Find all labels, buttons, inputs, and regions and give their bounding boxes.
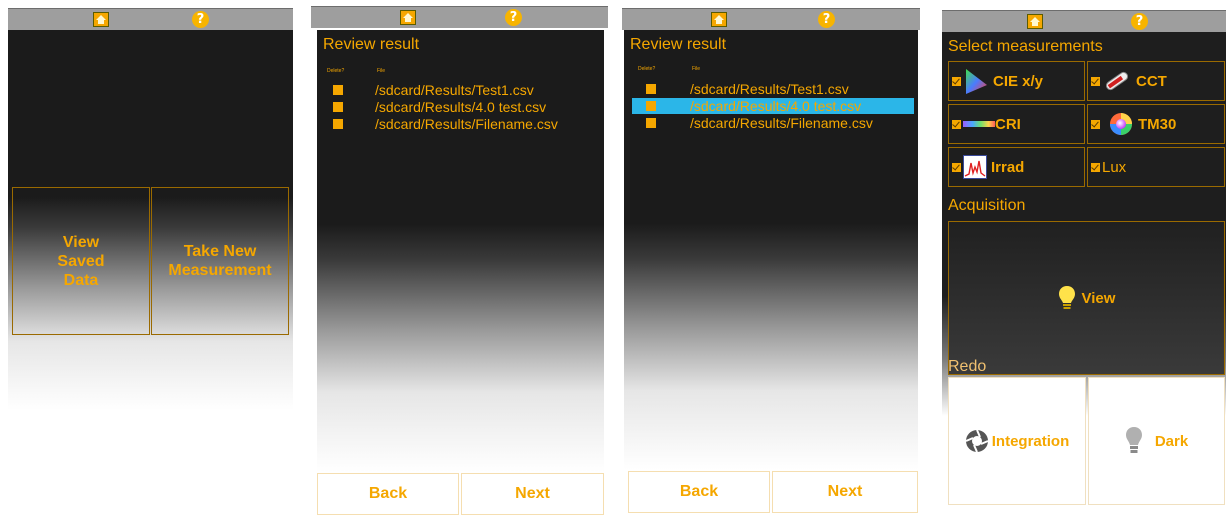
column-header-file: File — [377, 68, 386, 74]
help-icon[interactable]: ? — [1131, 13, 1148, 30]
measurement-label: CIE x/y — [993, 72, 1044, 90]
next-button[interactable]: Next — [461, 473, 604, 515]
checkbox-icon[interactable] — [1091, 162, 1100, 172]
file-name: /sdcard/Results/4.0 test.csv — [690, 98, 862, 114]
file-name: /sdcard/Results/Filename.csv — [690, 115, 873, 131]
cie-triangle-icon — [966, 69, 987, 94]
column-header-delete: Delete? — [638, 66, 656, 72]
home-icon[interactable] — [711, 12, 727, 27]
file-row[interactable]: /sdcard/Results/4.0 test.csv — [317, 99, 604, 115]
aperture-icon — [965, 429, 989, 453]
integration-button[interactable]: Integration — [948, 377, 1086, 505]
back-button[interactable]: Back — [317, 473, 459, 515]
top-bar: ? — [622, 8, 920, 30]
spectrum-bar-icon — [963, 121, 995, 127]
measurement-tm30-button[interactable]: TM30 — [1087, 104, 1225, 144]
main-menu-panel: View Saved Data Take New Measurement — [8, 30, 293, 410]
section-title-select: Select measurements — [948, 38, 1103, 55]
measurement-label: Irrad — [991, 158, 1025, 176]
delete-checkbox[interactable] — [646, 101, 656, 111]
next-button[interactable]: Next — [772, 471, 918, 513]
bulb-icon — [1058, 286, 1075, 309]
irradiance-chart-icon — [963, 155, 987, 179]
delete-checkbox[interactable] — [333, 102, 343, 112]
column-header-file: File — [692, 66, 701, 72]
file-name: /sdcard/Results/Test1.csv — [690, 81, 849, 97]
measurement-label: TM30 — [1138, 115, 1177, 133]
measurement-label: Lux — [1102, 158, 1127, 176]
measurement-label: CRI — [995, 115, 1021, 133]
file-row[interactable]: /sdcard/Results/Test1.csv — [624, 81, 918, 97]
checkbox-icon[interactable] — [952, 162, 961, 172]
section-title-redo: Redo — [948, 358, 987, 375]
section-title-acquisition: Acquisition — [948, 197, 1026, 214]
file-name: /sdcard/Results/Filename.csv — [375, 116, 558, 132]
back-button[interactable]: Back — [628, 471, 770, 513]
measurement-panel: Select measurements CIE x/y CCT CRI TM30… — [942, 32, 1226, 512]
screen-main-menu: ? View Saved Data Take New Measurement — [8, 0, 293, 520]
file-row[interactable]: /sdcard/Results/Test1.csv — [317, 82, 604, 98]
home-icon[interactable] — [1027, 14, 1043, 29]
checkbox-icon[interactable] — [1091, 119, 1100, 129]
measurement-cie-button[interactable]: CIE x/y — [948, 61, 1085, 101]
checkbox-icon[interactable] — [952, 119, 961, 129]
thermometer-icon — [1105, 71, 1129, 91]
delete-checkbox[interactable] — [646, 84, 656, 94]
review-panel: Review result Delete? File /sdcard/Resul… — [317, 30, 604, 472]
top-bar: ? — [8, 8, 293, 30]
help-icon[interactable]: ? — [192, 11, 209, 28]
measurement-cct-button[interactable]: CCT — [1087, 61, 1225, 101]
screen-select-measurements: ? Select measurements CIE x/y CCT CRI TM… — [940, 0, 1226, 520]
home-icon[interactable] — [400, 10, 416, 25]
delete-checkbox[interactable] — [333, 119, 343, 129]
column-header-delete: Delete? — [327, 68, 345, 74]
view-button[interactable]: View — [948, 221, 1225, 375]
file-row[interactable]: /sdcard/Results/Filename.csv — [624, 115, 918, 131]
file-name: /sdcard/Results/Test1.csv — [375, 82, 534, 98]
checkbox-icon[interactable] — [1091, 76, 1100, 86]
take-new-measurement-button[interactable]: Take New Measurement — [151, 187, 289, 335]
help-icon[interactable]: ? — [505, 9, 522, 26]
file-row[interactable]: /sdcard/Results/Filename.csv — [317, 116, 604, 132]
top-bar: ? — [311, 6, 608, 28]
measurement-lux-button[interactable]: Lux — [1087, 147, 1225, 187]
home-icon[interactable] — [93, 12, 109, 27]
dark-button[interactable]: Dark — [1088, 377, 1225, 505]
view-label: View — [1081, 289, 1116, 307]
file-name: /sdcard/Results/4.0 test.csv — [375, 99, 547, 115]
help-icon[interactable]: ? — [818, 11, 835, 28]
view-saved-data-button[interactable]: View Saved Data — [12, 187, 150, 335]
top-bar: ? — [942, 10, 1226, 32]
dark-label: Dark — [1154, 432, 1189, 450]
measurement-cri-button[interactable]: CRI — [948, 104, 1085, 144]
page-title: Review result — [323, 36, 420, 53]
review-panel: Review result Delete? File /sdcard/Resul… — [624, 30, 918, 470]
page-title: Review result — [630, 36, 727, 53]
measurement-irrad-button[interactable]: Irrad — [948, 147, 1085, 187]
measurement-label: CCT — [1136, 72, 1167, 90]
delete-checkbox[interactable] — [646, 118, 656, 128]
delete-checkbox[interactable] — [333, 85, 343, 95]
integration-label: Integration — [991, 432, 1070, 450]
screen-review-result: ? Review result Delete? File /sdcard/Res… — [311, 0, 608, 520]
color-wheel-icon — [1110, 113, 1132, 135]
screen-review-result-selected: ? Review result Delete? File /sdcard/Res… — [622, 0, 920, 520]
file-row-selected[interactable]: /sdcard/Results/4.0 test.csv — [632, 98, 914, 114]
checkbox-icon[interactable] — [952, 76, 961, 86]
dark-bulb-icon — [1125, 427, 1142, 453]
